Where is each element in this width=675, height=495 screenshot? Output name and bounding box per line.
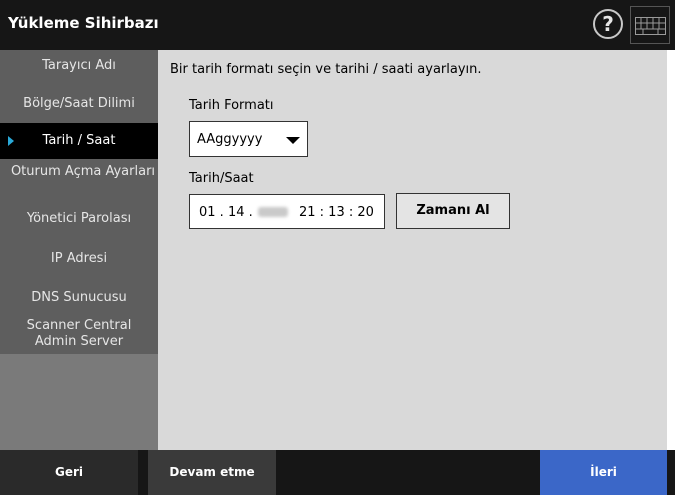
instruction-text: Bir tarih formatı seçin ve tarihi / saat…	[170, 62, 482, 77]
continue-button[interactable]: Devam etme	[148, 450, 276, 495]
chevron-down-icon	[286, 137, 300, 144]
time-value: 21 : 13 : 20	[299, 205, 374, 220]
window-title: Yükleme Sihirbazı	[8, 14, 159, 32]
sidebar-item-ip-address[interactable]: IP Adresi	[0, 251, 158, 269]
sidebar-item-login-settings[interactable]: Oturum Açma Ayarları	[0, 164, 158, 198]
date-format-select[interactable]: AAggyyyy	[189, 121, 308, 157]
get-time-button[interactable]: Zamanı Al	[396, 193, 510, 229]
sidebar-item-label: Tarih / Saat	[42, 133, 116, 148]
datetime-label: Tarih/Saat	[189, 171, 254, 186]
keyboard-icon[interactable]	[630, 6, 670, 44]
blurred-year	[258, 207, 288, 217]
datetime-field[interactable]: 01 . 14 . 21 : 13 : 20	[189, 194, 385, 229]
sidebar-item-date-time[interactable]: Tarih / Saat	[0, 123, 158, 159]
sidebar-item-scanner-central-admin[interactable]: Scanner Central Admin Server	[0, 318, 158, 352]
right-edge-strip	[667, 50, 675, 450]
sidebar-item-scanner-name[interactable]: Tarayıcı Adı	[0, 58, 158, 76]
wizard-sidebar: Tarayıcı Adı Bölge/Saat Dilimi Tarih / S…	[0, 50, 158, 450]
help-icon[interactable]: ?	[593, 9, 623, 39]
date-format-label: Tarih Formatı	[189, 98, 274, 113]
active-indicator-icon	[8, 136, 14, 146]
sidebar-item-dns-server[interactable]: DNS Sunucusu	[0, 290, 158, 308]
title-bar: Yükleme Sihirbazı ?	[0, 0, 675, 50]
sidebar-item-admin-password[interactable]: Yönetici Parolası	[0, 211, 158, 229]
date-format-value: AAggyyyy	[197, 132, 263, 147]
date-value: 01 . 14 .	[199, 205, 253, 220]
footer-bar: Geri Devam etme İleri	[0, 450, 675, 495]
content-panel: Bir tarih formatı seçin ve tarihi / saat…	[158, 50, 667, 450]
sidebar-item-region-timezone[interactable]: Bölge/Saat Dilimi	[0, 96, 158, 114]
next-button[interactable]: İleri	[540, 450, 667, 495]
back-button[interactable]: Geri	[0, 450, 138, 495]
